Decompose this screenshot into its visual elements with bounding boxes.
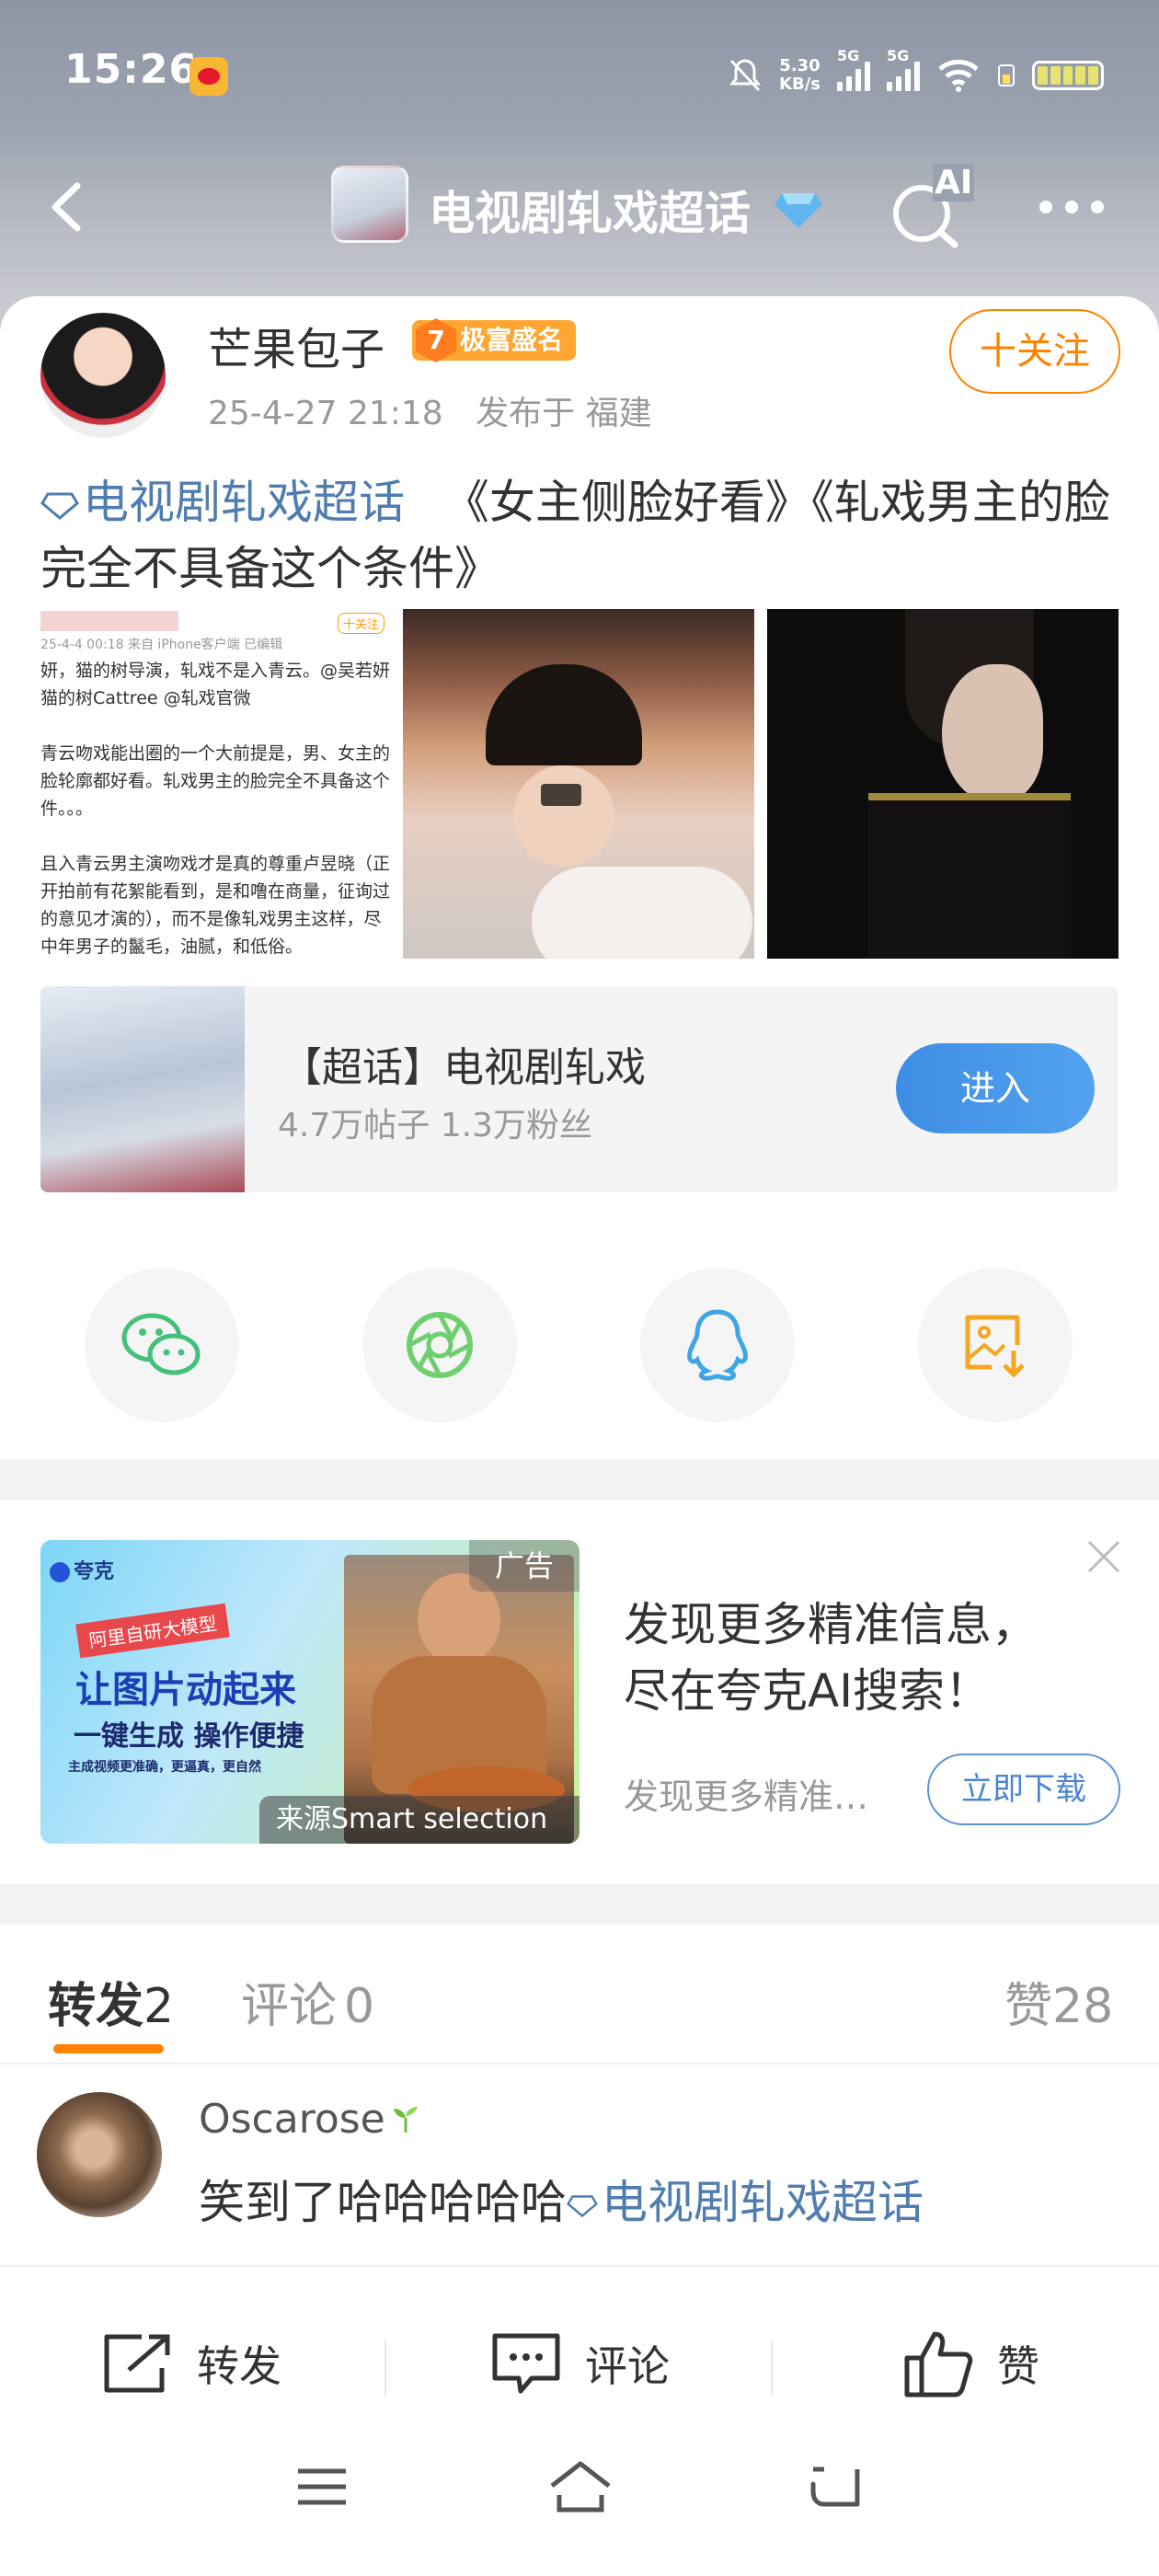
comment-topic-link[interactable]: 电视剧轧戏超话 (567, 2176, 924, 2229)
save-image-share[interactable] (918, 1268, 1073, 1422)
status-bar: 15:26 5.30 KB/s 5G 5G (0, 0, 1159, 138)
post-image-3[interactable] (767, 609, 1119, 959)
topic-card-stats: 4.7万帖子 1.3万粉丝 (278, 1107, 592, 1144)
qq-icon (687, 1309, 748, 1381)
topic-card[interactable]: 【超话】电视剧轧戏 4.7万帖子 1.3万粉丝 进入 (40, 986, 1119, 1192)
status-icons: 5.30 KB/s 5G 5G (728, 47, 1104, 103)
image1-text-line: 猫的树Cattree @轧戏官微 (40, 688, 251, 708)
charging-icon (998, 64, 1015, 86)
avatar[interactable] (40, 313, 166, 438)
signal-sim1-icon: 5G (837, 47, 870, 91)
wechat-share[interactable] (85, 1268, 239, 1422)
ad-tag: 广告 (469, 1540, 580, 1592)
ad-title[interactable]: 发现更多精准信息， 尽在夸克AI搜索！ (624, 1592, 1102, 1724)
image1-text-line: 妍，猫的树导演，轧戏不是入青云。@吴若妍 (40, 661, 390, 681)
image1-text-line (40, 822, 390, 850)
separator (384, 2340, 386, 2396)
image1-text-line (40, 712, 390, 740)
image1-header: 25-4-4 00:18 来自 iPhone客户端 已编辑 (40, 638, 283, 652)
wechat-icon (121, 1313, 201, 1375)
enter-button[interactable]: 进入 (896, 1043, 1095, 1133)
mute-bell-icon (729, 59, 762, 92)
comment-avatar[interactable] (37, 2092, 162, 2217)
image1-text-line: 脸轮廓都好看。轧戏男主的脸完全不具备这个 (40, 771, 390, 791)
username[interactable]: 芒果包子 (208, 313, 384, 377)
tab-forward[interactable]: 转发2 (48, 1967, 174, 2036)
section-gap (0, 1884, 1159, 1925)
status-time: 15:26 (64, 46, 199, 93)
topic-link[interactable]: 电视剧轧戏超话 (40, 476, 405, 529)
ad-small-text: 主成视频更准确，更逼真，更自然 (68, 1760, 261, 1775)
image1-text-line: 开拍前有花絮能看到，是和噜在商量，征询过 (40, 881, 390, 902)
net-speed: 5.30 KB/s (779, 56, 820, 94)
more-dots-icon[interactable] (1039, 201, 1113, 219)
image1-text-line: 中年男子的鬣毛，油腻，和低俗。 (40, 937, 304, 957)
image1-follow: 十关注 (337, 613, 384, 634)
tab-comment[interactable]: 评论 0 (241, 1967, 374, 2036)
ad-source: 来源Smart selection (259, 1796, 580, 1844)
forward-button[interactable]: 转发 (101, 2322, 281, 2405)
image1-text-line: 的意见才演的），而不是像轧戏男主这样，尽 (40, 909, 382, 929)
topic-thumbnail[interactable] (331, 166, 408, 243)
image1-text-line: 且入青云男主演吻戏才是真的尊重卢昱晓（正 (40, 854, 390, 874)
download-button[interactable]: 立即下载 (927, 1754, 1120, 1825)
image1-text-line: 青云吻戏能出圈的一个大前提是，男、女主的 (40, 743, 390, 764)
post-image-1[interactable]: 25-4-4 00:18 来自 iPhone客户端 已编辑 十关注 妍，猫的树导… (40, 609, 390, 959)
location-prefix: 发布于 (476, 395, 576, 432)
comment-button[interactable]: 评论 (489, 2322, 670, 2405)
thumbs-up-icon (904, 2331, 973, 2398)
comment-username[interactable]: Oscarose (199, 2096, 385, 2143)
ad-headline1: 让图片动起来 (75, 1669, 296, 1711)
signal-sim2-icon: 5G (887, 47, 920, 91)
bottom-action-bar: 转发 评论 赞 (0, 2265, 1159, 2576)
image1-text: 妍，猫的树导演，轧戏不是入青云。@吴若妍 猫的树Cattree @轧戏官微 青云吻… (40, 657, 390, 959)
home-nav-icon[interactable] (548, 2460, 613, 2513)
follow-button[interactable]: 十关注 (949, 309, 1120, 394)
back-nav-icon[interactable] (809, 2464, 863, 2510)
like-button[interactable]: 赞 (901, 2322, 1039, 2405)
close-icon[interactable] (1084, 1536, 1124, 1577)
forward-icon (104, 2334, 170, 2393)
moments-icon (407, 1312, 473, 1378)
back-arrow-icon[interactable] (37, 175, 101, 239)
post-datetime: 25-4-27 21:18 (208, 395, 443, 432)
qq-share[interactable] (640, 1268, 795, 1422)
section-gap (0, 1459, 1159, 1500)
comment-text: 笑到了哈哈哈哈哈 电视剧轧戏超话 (199, 2176, 924, 2229)
comment-icon (492, 2333, 560, 2394)
ai-search-icon[interactable]: AI (887, 164, 975, 250)
ad-ribbon: 阿里自研大模型 (75, 1603, 230, 1659)
wifi-icon (938, 59, 979, 92)
ad-brand: 夸克 (50, 1555, 114, 1584)
separator (771, 2340, 773, 2396)
weibo-app-icon (189, 57, 228, 96)
topic-gem-icon (40, 492, 79, 520)
topic-gem-icon (567, 2194, 598, 2217)
ad-image[interactable]: 夸克 阿里自研大模型 让图片动起来 一键生成 操作便捷 主成视频更准确，更逼真，… (40, 1540, 580, 1844)
divider (0, 2063, 1159, 2064)
ad-headline2: 一键生成 操作便捷 (74, 1720, 304, 1753)
ai-label: AI (933, 164, 975, 201)
moments-share[interactable] (362, 1268, 517, 1422)
topic-card-thumbnail (40, 986, 245, 1192)
menu-nav-icon[interactable] (296, 2466, 348, 2508)
diamond-icon (775, 193, 822, 228)
save-image-icon (965, 1315, 1025, 1378)
topic-card-title: 【超话】电视剧轧戏 (281, 1044, 646, 1091)
ad-subtitle: 发现更多精准… (624, 1777, 869, 1817)
post-body: 电视剧轧戏超话 《女主侧脸好看》《轧戏男主的脸完全不具备这个条件》 (40, 469, 1126, 602)
post-meta: 25-4-27 21:18 发布于 福建 (208, 386, 652, 434)
image1-text-line: 件。。。 (40, 799, 94, 819)
nav-bar: 电视剧轧戏超话 AI (0, 156, 1159, 258)
battery-icon (1032, 61, 1104, 90)
nav-title[interactable]: 电视剧轧戏超话 (429, 177, 751, 243)
sprout-icon (394, 2107, 418, 2133)
tab-like[interactable]: 赞28 (1004, 1967, 1113, 2036)
active-tab-indicator (53, 2044, 164, 2053)
post-image-2[interactable] (403, 609, 754, 959)
post-location: 福建 (585, 395, 652, 432)
